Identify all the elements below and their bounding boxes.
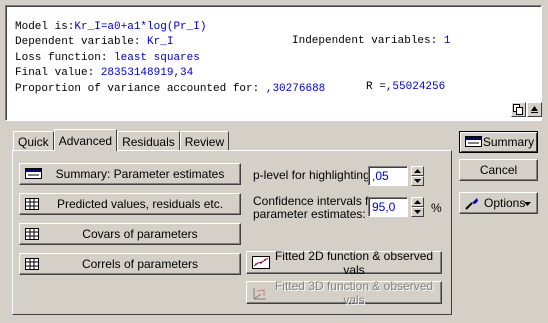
predicted-values-button[interactable]: Predicted values, residuals etc. xyxy=(19,193,241,215)
spin-down-icon[interactable] xyxy=(411,207,424,217)
loss-value: least squares xyxy=(114,51,200,64)
spin-up-icon[interactable] xyxy=(411,166,424,176)
table-icon xyxy=(25,198,39,210)
dep-value: Kr_I xyxy=(147,36,174,49)
spin-down-icon[interactable] xyxy=(411,176,424,186)
copy-icon xyxy=(513,104,523,115)
plevel-label: p-level for highlighting: xyxy=(253,168,374,182)
results-text: Model is:Kr_I=a0+a1*log(Pr_I) Dependent … xyxy=(15,20,325,97)
correls-button[interactable]: Correls of parameters xyxy=(19,253,241,275)
final-label: Final value: xyxy=(15,67,95,80)
results-panel: Model is:Kr_I=a0+a1*log(Pr_I) Dependent … xyxy=(5,5,542,121)
plevel-input[interactable]: ,05 xyxy=(368,166,408,186)
tab-quick[interactable]: Quick xyxy=(13,131,54,151)
tab-advanced[interactable]: Advanced xyxy=(53,129,118,151)
scroll-up-button[interactable] xyxy=(527,102,542,117)
fitted-3d-label: Fitted 3D function & observed vals xyxy=(274,278,434,307)
summary-icon xyxy=(465,136,482,147)
summary-icon xyxy=(25,168,42,179)
scroll-up-icon xyxy=(531,106,538,113)
plevel-spinner[interactable] xyxy=(411,166,424,186)
correls-label: Correls of parameters xyxy=(81,257,199,271)
summary-button[interactable]: Summary xyxy=(459,131,538,153)
final-value: 28353148919,34 xyxy=(100,67,194,80)
model-label: Model is: xyxy=(15,21,75,33)
fitted-2d-button[interactable]: Fitted 2D function & observed vals xyxy=(246,248,442,277)
options-icon xyxy=(465,198,478,210)
r-value: ,55024256 xyxy=(385,81,446,93)
cancel-button[interactable]: Cancel xyxy=(459,159,538,181)
plot-3d-icon xyxy=(253,288,266,300)
plot-2d-icon xyxy=(252,256,270,269)
prop-value: ,30276688 xyxy=(265,82,326,95)
summary-parameter-estimates-button[interactable]: Summary: Parameter estimates xyxy=(19,163,241,185)
confidence-input[interactable]: 95,0 xyxy=(368,197,408,217)
tab-review[interactable]: Review xyxy=(179,131,230,151)
indep-value: 1 xyxy=(443,35,451,47)
table-icon xyxy=(25,228,39,240)
r-label: R = xyxy=(366,81,386,93)
loss-label: Loss function: xyxy=(15,51,108,64)
summary-parameter-estimates-label: Summary: Parameter estimates xyxy=(55,167,225,181)
predicted-values-label: Predicted values, residuals etc. xyxy=(56,197,224,211)
independent-line: Independent variables: 1 xyxy=(292,35,450,47)
tab-bar: Quick Advanced Residuals Review xyxy=(13,129,230,151)
indep-label: Independent variables: xyxy=(292,35,438,47)
fitted-2d-label: Fitted 2D function & observed vals xyxy=(274,248,434,277)
covars-label: Covars of parameters xyxy=(82,227,198,241)
prop-label: Proportion of variance accounted for: xyxy=(15,82,260,95)
cancel-button-label: Cancel xyxy=(479,163,518,177)
confidence-label-2: parameter estimates: xyxy=(253,207,366,221)
copy-button[interactable] xyxy=(511,102,526,117)
spin-up-icon[interactable] xyxy=(411,197,424,207)
fitted-3d-button[interactable]: Fitted 3D function & observed vals xyxy=(246,278,442,307)
table-icon xyxy=(25,258,39,270)
model-value: Kr_I=a0+a1*log(Pr_I) xyxy=(74,21,207,33)
confidence-spinner[interactable] xyxy=(411,197,424,217)
covars-button[interactable]: Covars of parameters xyxy=(19,223,241,245)
tab-residuals[interactable]: Residuals xyxy=(117,131,180,151)
chevron-down-icon xyxy=(524,202,531,206)
r-line: R =,55024256 xyxy=(366,81,445,93)
percent-unit: % xyxy=(431,201,442,215)
options-button[interactable]: Options xyxy=(459,192,538,214)
dep-label: Dependent variable: xyxy=(15,36,141,49)
advanced-tab-panel: Summary: Parameter estimates Predicted v… xyxy=(12,150,452,315)
